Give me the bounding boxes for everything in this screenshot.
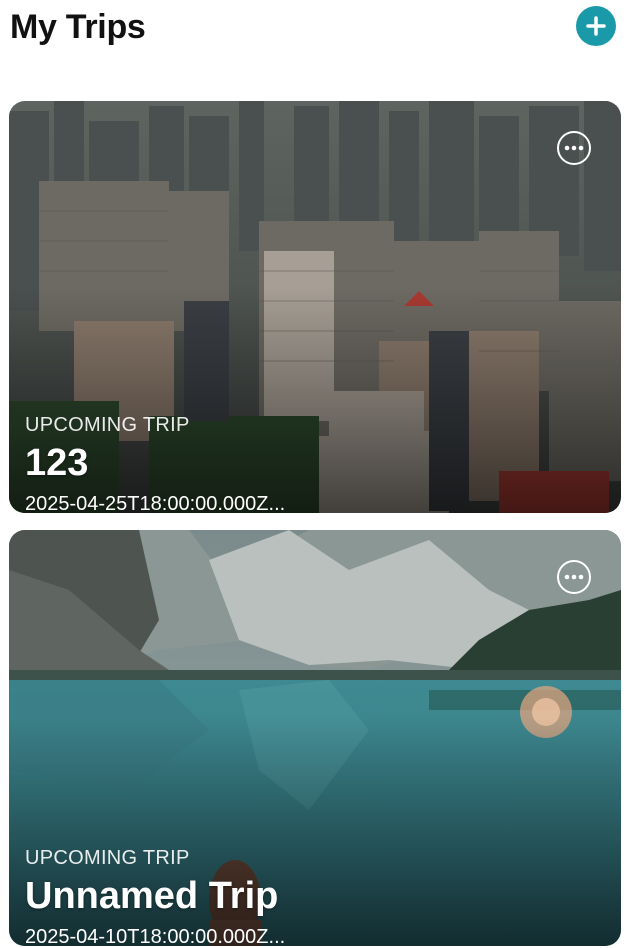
trip-date: 2025-04-10T18:00:00.000Z... <box>25 926 286 946</box>
trip-date: 2025-04-25T18:00:00.000Z... <box>25 493 286 513</box>
trip-name: 123 <box>25 442 89 485</box>
trip-name: Unnamed Trip <box>25 875 279 918</box>
more-horizontal-icon <box>564 574 584 580</box>
trip-info: UPCOMING TRIP Unnamed Trip 2025-04-10T18… <box>25 847 605 946</box>
trip-menu-button[interactable] <box>557 131 591 165</box>
trip-info: UPCOMING TRIP 123 2025-04-25T18:00:00.00… <box>25 414 605 513</box>
add-trip-button[interactable] <box>576 6 616 46</box>
trip-menu-button[interactable] <box>557 560 591 594</box>
trip-card[interactable]: UPCOMING TRIP Unnamed Trip 2025-04-10T18… <box>9 530 621 946</box>
header: My Trips <box>0 0 632 70</box>
trip-card[interactable]: UPCOMING TRIP 123 2025-04-25T18:00:00.00… <box>9 101 621 513</box>
page-title: My Trips <box>10 8 146 46</box>
plus-icon <box>586 16 606 36</box>
trip-status: UPCOMING TRIP <box>25 414 190 437</box>
more-horizontal-icon <box>564 145 584 151</box>
trip-status: UPCOMING TRIP <box>25 847 190 870</box>
